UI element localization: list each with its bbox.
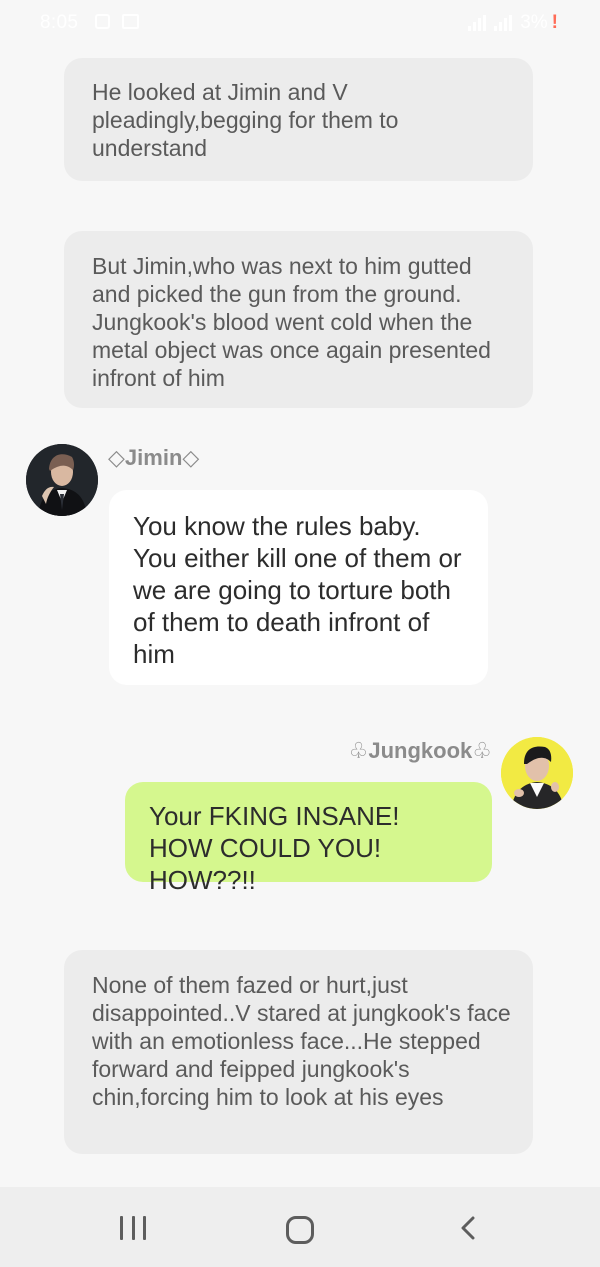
jungkook-avatar[interactable] bbox=[501, 737, 573, 809]
narration-text: None of them fazed or hurt,just disappoi… bbox=[92, 972, 511, 1110]
status-bar: 8:05 3% ! bbox=[0, 0, 600, 46]
signal-icon bbox=[494, 15, 513, 31]
jungkook-speaker-name: ♧Jungkook♧ bbox=[348, 738, 492, 763]
signal-icon bbox=[468, 15, 487, 31]
jimin-speaker-name: ◇Jimin◇ bbox=[108, 445, 200, 470]
narration-bubble: He looked at Jimin and V pleadingly,begg… bbox=[64, 58, 533, 181]
narration-bubble: But Jimin,who was next to him gutted and… bbox=[64, 231, 533, 408]
battery-alert-icon: ! bbox=[551, 12, 558, 33]
jimin-message-text: You know the rules baby. You either kill… bbox=[133, 511, 462, 669]
jungkook-message-text: Your FKING INSANE! HOW COULD YOU! HOW??!… bbox=[149, 801, 400, 895]
back-icon[interactable] bbox=[458, 1216, 480, 1240]
jungkook-avatar-icon bbox=[501, 737, 573, 809]
image-icon bbox=[122, 14, 139, 29]
system-navigation-bar bbox=[0, 1187, 600, 1267]
battery-level: 3% bbox=[520, 12, 548, 33]
notification-icon bbox=[95, 14, 110, 29]
home-icon[interactable] bbox=[286, 1216, 314, 1244]
status-time: 8:05 bbox=[40, 12, 79, 33]
recent-apps-icon[interactable] bbox=[120, 1216, 146, 1240]
narration-text: But Jimin,who was next to him gutted and… bbox=[92, 253, 491, 391]
jimin-avatar[interactable] bbox=[26, 444, 98, 516]
status-indicators: 3% ! bbox=[468, 12, 558, 34]
narration-bubble: None of them fazed or hurt,just disappoi… bbox=[64, 950, 533, 1154]
jimin-avatar-icon bbox=[26, 444, 98, 516]
narration-text: He looked at Jimin and V pleadingly,begg… bbox=[92, 79, 399, 161]
jungkook-message-bubble: Your FKING INSANE! HOW COULD YOU! HOW??!… bbox=[125, 782, 492, 895]
jimin-message-bubble: You know the rules baby. You either kill… bbox=[109, 490, 488, 685]
